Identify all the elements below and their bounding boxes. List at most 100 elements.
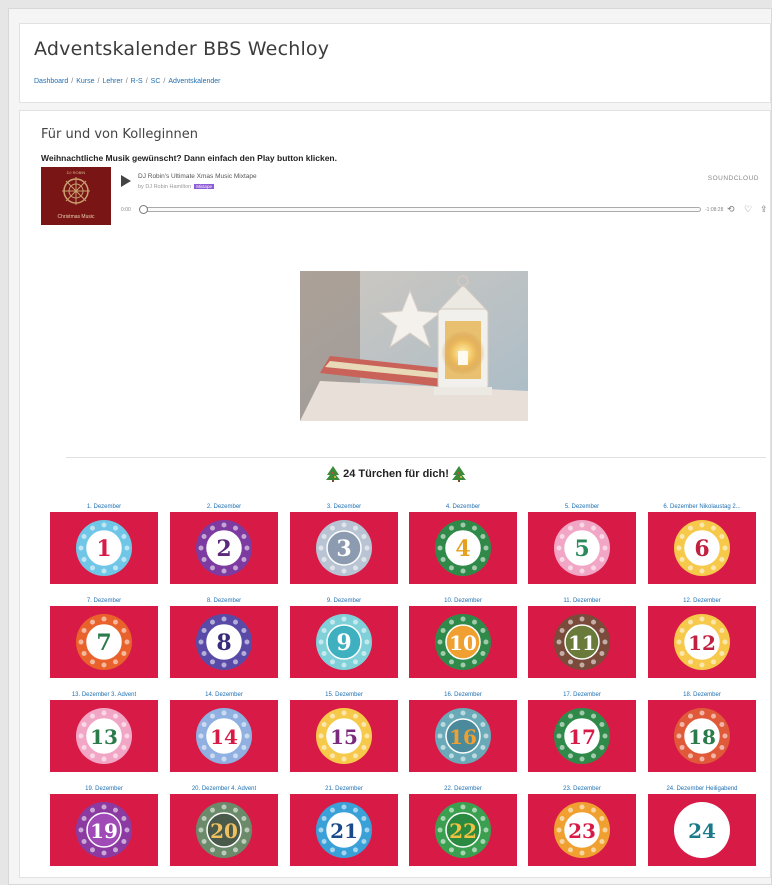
soundcloud-logo[interactable]: SOUNDCLOUD — [708, 175, 759, 182]
door-date-link[interactable]: 23. Dezember — [528, 785, 636, 794]
repeat-icon[interactable]: ⟲ — [727, 204, 735, 215]
breadcrumb-link[interactable]: R-S — [131, 78, 143, 85]
door-date-link[interactable]: 14. Dezember — [170, 691, 278, 700]
calendar-door[interactable]: 15. Dezember 15 — [290, 691, 398, 772]
door-tile[interactable]: 15 — [290, 700, 398, 772]
door-tile[interactable]: 10 — [409, 606, 517, 678]
calendar-door[interactable]: 5. Dezember 5 — [528, 503, 636, 584]
door-date-link[interactable]: 17. Dezember — [528, 691, 636, 700]
door-tile[interactable]: 17 — [528, 700, 636, 772]
play-button[interactable] — [121, 175, 131, 187]
door-tile[interactable]: 18 — [648, 700, 756, 772]
like-icon[interactable]: ♡ — [744, 204, 752, 215]
door-tile[interactable]: 14 — [170, 700, 278, 772]
ornament-dot — [101, 568, 107, 574]
calendar-door[interactable]: 2. Dezember 2 — [170, 503, 278, 584]
breadcrumb-link[interactable]: SC — [151, 78, 161, 85]
door-tile[interactable]: 1 — [50, 512, 158, 584]
door-tile[interactable]: 23 — [528, 794, 636, 866]
breadcrumb-link[interactable]: Adventskalender — [168, 78, 220, 85]
calendar-door[interactable]: 13. Dezember 3. Advent 13 — [50, 691, 158, 772]
door-date-link[interactable]: 16. Dezember — [409, 691, 517, 700]
door-date-link[interactable]: 7. Dezember — [50, 597, 158, 606]
breadcrumb-separator: / — [71, 78, 74, 85]
calendar-door[interactable]: 6. Dezember Nikolaustag 2... 6 — [648, 503, 756, 584]
calendar-door[interactable]: 3. Dezember 3 — [290, 503, 398, 584]
calendar-door[interactable]: 23. Dezember 23 — [528, 785, 636, 866]
calendar-door[interactable]: 18. Dezember 18 — [648, 691, 756, 772]
track-artist[interactable]: by DJ Robin Hamilton Mixtape — [138, 184, 214, 190]
ornament-dot — [440, 534, 446, 539]
door-tile[interactable]: 11 — [528, 606, 636, 678]
progress-bar[interactable] — [139, 205, 701, 214]
ornament-dot — [440, 628, 446, 633]
ornament-dot — [449, 753, 454, 759]
door-date-link[interactable]: 1. Dezember — [50, 503, 158, 512]
ornament-dot — [81, 534, 87, 539]
calendar-door[interactable]: 20. Dezember 4. Advent 20 — [170, 785, 278, 866]
calendar-door[interactable]: 4. Dezember 4 — [409, 503, 517, 584]
calendar-door[interactable]: 24. Dezember Heiligabend 24 — [648, 785, 756, 866]
progress-knob[interactable] — [139, 205, 148, 214]
door-tile[interactable]: 20 — [170, 794, 278, 866]
door-date-link[interactable]: 9. Dezember — [290, 597, 398, 606]
door-tile[interactable]: 8 — [170, 606, 278, 678]
breadcrumb-link[interactable]: Dashboard — [34, 78, 68, 85]
door-date-link[interactable]: 12. Dezember — [648, 597, 756, 606]
ornament-dot — [121, 628, 127, 633]
door-date-link[interactable]: 22. Dezember — [409, 785, 517, 794]
door-date-link[interactable]: 11. Dezember — [528, 597, 636, 606]
door-tile[interactable]: 7 — [50, 606, 158, 678]
calendar-door[interactable]: 12. Dezember 12 — [648, 597, 756, 678]
breadcrumb-link[interactable]: Lehrer — [102, 78, 122, 85]
door-tile[interactable]: 19 — [50, 794, 158, 866]
door-number: 17 — [568, 725, 596, 749]
door-date-link[interactable]: 8. Dezember — [170, 597, 278, 606]
door-tile[interactable]: 24 — [648, 794, 756, 866]
door-date-link[interactable]: 3. Dezember — [290, 503, 398, 512]
door-tile[interactable]: 13 — [50, 700, 158, 772]
calendar-door[interactable]: 1. Dezember 1 — [50, 503, 158, 584]
door-tile[interactable]: 3 — [290, 512, 398, 584]
ornament-dot — [480, 557, 486, 562]
door-tile[interactable]: 16 — [409, 700, 517, 772]
ornament-dot — [688, 713, 693, 719]
calendar-door[interactable]: 16. Dezember 16 — [409, 691, 517, 772]
share-icon[interactable]: ⇪ — [760, 204, 768, 215]
calendar-door[interactable]: 7. Dezember 7 — [50, 597, 158, 678]
door-tile[interactable]: 22 — [409, 794, 517, 866]
door-date-link[interactable]: 4. Dezember — [409, 503, 517, 512]
door-date-link[interactable]: 21. Dezember — [290, 785, 398, 794]
calendar-door[interactable]: 19. Dezember 19 — [50, 785, 158, 866]
calendar-door[interactable]: 17. Dezember 17 — [528, 691, 636, 772]
ornament-icon: 13 — [76, 708, 132, 764]
calendar-door[interactable]: 11. Dezember 11 — [528, 597, 636, 678]
door-date-link[interactable]: 6. Dezember Nikolaustag 2... — [648, 503, 756, 512]
calendar-door[interactable]: 14. Dezember 14 — [170, 691, 278, 772]
door-date-link[interactable]: 20. Dezember 4. Advent — [170, 785, 278, 794]
door-date-link[interactable]: 2. Dezember — [170, 503, 278, 512]
calendar-door[interactable]: 10. Dezember 10 — [409, 597, 517, 678]
door-tile[interactable]: 9 — [290, 606, 398, 678]
door-date-link[interactable]: 24. Dezember Heiligabend — [648, 785, 756, 794]
door-tile[interactable]: 2 — [170, 512, 278, 584]
door-tile[interactable]: 4 — [409, 512, 517, 584]
calendar-door[interactable]: 22. Dezember 22 — [409, 785, 517, 866]
door-date-link[interactable]: 18. Dezember — [648, 691, 756, 700]
calendar-door[interactable]: 8. Dezember 8 — [170, 597, 278, 678]
album-cover[interactable]: DJ ROBIN Christmas Music — [41, 167, 111, 225]
door-date-link[interactable]: 10. Dezember — [409, 597, 517, 606]
door-date-link[interactable]: 15. Dezember — [290, 691, 398, 700]
door-date-link[interactable]: 13. Dezember 3. Advent — [50, 691, 158, 700]
calendar-door[interactable]: 21. Dezember 21 — [290, 785, 398, 866]
track-title[interactable]: DJ Robin's Ultimate Xmas Music Mixtape — [138, 173, 257, 180]
door-tile[interactable]: 12 — [648, 606, 756, 678]
breadcrumb-link[interactable]: Kurse — [76, 78, 94, 85]
door-tile[interactable]: 21 — [290, 794, 398, 866]
door-tile[interactable]: 5 — [528, 512, 636, 584]
calendar-door[interactable]: 9. Dezember 9 — [290, 597, 398, 678]
door-tile[interactable]: 6 — [648, 512, 756, 584]
door-date-link[interactable]: 5. Dezember — [528, 503, 636, 512]
door-date-link[interactable]: 19. Dezember — [50, 785, 158, 794]
artist-name[interactable]: by DJ Robin Hamilton — [138, 184, 191, 190]
